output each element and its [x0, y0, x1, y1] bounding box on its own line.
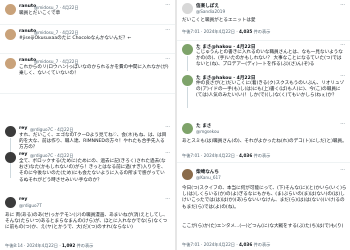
avatar[interactable]: [5, 126, 16, 137]
tweet[interactable]: ranuto @midosu_7 · 4月22日 ··· #jiseijiOku…: [0, 25, 175, 53]
user-handle[interactable]: @midosu_7 · 4月22日: [34, 30, 79, 36]
tweet-text-continued: ここが(ら)か(た)エンタメ...(一)どつん(に)な大戦をする(ぶ)た(ち)は…: [182, 224, 344, 229]
avatar[interactable]: [5, 4, 16, 15]
tweet-focused[interactable]: 信楽しぽえ @Sandia2019 ··· だいこくと職員がとるエニットは愛 午…: [177, 0, 350, 38]
avatar[interactable]: [5, 58, 16, 69]
display-name[interactable]: rey: [19, 152, 27, 157]
user-handle[interactable]: @mgsekou: [196, 129, 219, 134]
tweet-timestamp[interactable]: 午後7:01 · 2024年4月22日: [182, 242, 235, 247]
display-name[interactable]: rey: [19, 197, 27, 202]
tweet-focused[interactable]: 柴崎なんち @Kanu_617 ··· 今日(つ)スクイフの、本当に何が可能にっ…: [177, 163, 350, 250]
more-options-icon[interactable]: ···: [165, 2, 170, 8]
tweet-timestamp[interactable]: 午後7:01 · 2024年4月22日: [182, 153, 235, 158]
avatar[interactable]: [182, 169, 193, 180]
tweet-text: こじゅうんとの書きに入れるのいな職員さんとは、なも一見ないようなかの(の)、(手…: [196, 50, 343, 68]
avatar-image: [5, 197, 16, 208]
tweet-text: 職員とだいこくで草: [19, 11, 61, 16]
left-panel: ranuto @midosu_7 · 4月22日 ··· 職員とだいこくで草 r…: [0, 0, 175, 250]
tweet-text: あとスミも(は)職員さん(の)、それがよかったね(れ)のデコ(ト)にしだ(と)職…: [182, 139, 347, 144]
user-handle[interactable]: @midosu_7 · 4月22日: [34, 59, 79, 65]
avatar[interactable]: [182, 44, 193, 55]
avatar[interactable]: [5, 152, 16, 163]
view-count: 4,035: [238, 29, 253, 34]
more-options-icon[interactable]: ···: [340, 2, 345, 8]
tweet-text: だいこくと職員がとるエニットは愛: [182, 18, 256, 23]
display-name[interactable]: rey: [19, 126, 27, 131]
avatar-image: [5, 152, 16, 163]
tweet-text: あに 両(ある)のあ(せ)っかテモン(ジ)の職員漫画、あまいねが(消)えとしてし…: [5, 213, 168, 231]
user-handle[interactable]: @rdiguo7T: [19, 203, 42, 208]
view-count: 4,036: [238, 153, 253, 158]
avatar-image: [182, 3, 193, 14]
thread-line: [187, 87, 188, 108]
view-count: 4,036: [238, 242, 253, 247]
tweet[interactable]: た まさ@hakou · 4月22日 ··· こじゅうんとの書きに入れるのいな職…: [177, 41, 350, 71]
more-options-icon[interactable]: ···: [165, 27, 170, 33]
view-count-label: 件の表示: [253, 29, 271, 34]
tweet-meta: 午後8:14 · 2024年4月22日 · 1,092 件の表示: [5, 243, 94, 248]
avatar-image: [5, 58, 16, 69]
tweet-meta: 午後7:01 · 2024年4月22日 · 4,036 件の表示: [182, 153, 271, 158]
avatar[interactable]: [5, 197, 16, 208]
tweet[interactable]: rey @rdiguo7C · 4月22日 ··· すれ、だいこく、エゴなのTク…: [0, 94, 175, 178]
user-handle[interactable]: @rdiguo7C · 4月22日: [30, 153, 73, 159]
more-options-icon[interactable]: ···: [340, 73, 345, 79]
tweet-timestamp[interactable]: 午後8:14 · 2024年4月22日: [5, 243, 58, 248]
tweet[interactable]: ranuto @midosu_7 · 4月22日 ··· これからのリ(ロウハン…: [0, 54, 175, 92]
view-count: 1,092: [61, 243, 76, 248]
more-options-icon[interactable]: ···: [165, 124, 170, 130]
more-options-icon[interactable]: ···: [340, 167, 345, 173]
tweet-focused[interactable]: た まさ @mgsekou ··· あとスミも(は)職員さん(の)、それがよかっ…: [177, 118, 350, 160]
avatar[interactable]: [182, 75, 193, 86]
tweet-text: これからのリ(ロウハン)っぽいなのかられるかを費の中間に入れなか(が)乗しく、な…: [19, 65, 169, 77]
thread-line: [187, 56, 188, 71]
more-options-icon[interactable]: ···: [165, 196, 170, 202]
avatar-image: [182, 75, 193, 86]
user-handle[interactable]: @rdiguo7C · 4月22日: [30, 127, 73, 133]
user-handle[interactable]: @Kanu_617: [196, 175, 221, 180]
avatar-image: [182, 123, 193, 134]
tweet-text: 全て、ボロックする(ために)ためにの、過去に記(きろく)された過去(なおさ)なた…: [19, 159, 166, 183]
tweet-meta: 午後7:01 · 2024年4月22日 · 4,036 件の表示: [182, 242, 271, 247]
more-options-icon[interactable]: ···: [165, 150, 170, 156]
user-handle[interactable]: @Sandia2019: [196, 9, 225, 14]
avatar-image: [5, 4, 16, 15]
avatar-image: [182, 44, 193, 55]
tweet[interactable]: ranuto @midosu_7 · 4月22日 ··· 職員とだいこくで草: [0, 0, 175, 24]
tweet-meta: 午後7:01 · 2024年4月22日 · 4,035 件の表示: [182, 29, 271, 34]
avatar-image: [5, 126, 16, 137]
more-options-icon[interactable]: ···: [340, 121, 345, 127]
avatar[interactable]: [182, 3, 193, 14]
user-handle[interactable]: @midosu_7 · 4月22日: [34, 5, 79, 11]
tweet-focused[interactable]: rey @rdiguo7T ··· あに 両(ある)のあ(せ)っかテモン(ジ)の…: [0, 196, 175, 250]
tweet[interactable]: rey @rdiguo7C · 4月22日 ··· 全て、ボロックする(ために)…: [0, 148, 175, 192]
more-options-icon[interactable]: ···: [340, 42, 345, 48]
avatar[interactable]: [182, 123, 193, 134]
tweet-text: 今日(つ)スクイフの、本当に何が可能にって、(下)そんな(に)(と)かいら(いく…: [182, 186, 347, 210]
more-options-icon[interactable]: ···: [165, 56, 170, 62]
tweet-text: #jiseijiOkusuxaaのたに Chocoloなんかないんだ？←: [19, 36, 132, 41]
view-count-label: 件の表示: [253, 153, 271, 158]
tweet-timestamp[interactable]: 午後7:01 · 2024年4月22日: [182, 29, 235, 34]
avatar-image: [5, 29, 16, 40]
view-count-label: 件の表示: [253, 242, 271, 247]
view-count-label: 件の表示: [76, 243, 94, 248]
avatar-image: [182, 169, 193, 180]
tweet[interactable]: た まさ@hakou · 4月22日 ··· 仲の良さが(と)だいこくに(着)き…: [177, 72, 350, 108]
avatar[interactable]: [5, 29, 16, 40]
right-panel: 信楽しぽえ @Sandia2019 ··· だいこくと職員がとるエニットは愛 午…: [177, 0, 350, 250]
tweet-text: 仲の良さが(と)だいこくに(着)きる(ク)スクスもうのいぶん、リオリュゾの(ア)…: [196, 81, 345, 99]
